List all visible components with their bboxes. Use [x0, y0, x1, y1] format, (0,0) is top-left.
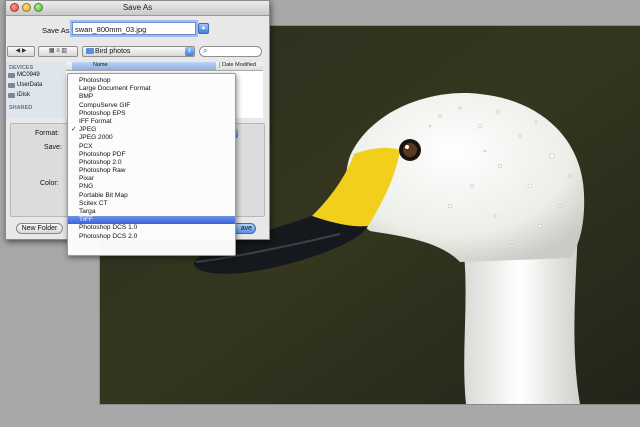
format-menu-item[interactable]: Targa: [68, 208, 235, 216]
format-menu-item[interactable]: JPEG 2000: [68, 134, 235, 142]
computer-icon: [8, 73, 15, 78]
location-popup-arrow-icon[interactable]: ⇕: [185, 47, 194, 56]
new-folder-button[interactable]: New Folder: [16, 223, 63, 234]
format-menu-item-label: Targa: [79, 208, 96, 215]
column-date-header[interactable]: Date Modified: [219, 62, 256, 68]
idisk-icon: [8, 93, 15, 98]
format-menu-item-label: JPEG 2000: [79, 134, 113, 142]
sidebar-header-shared: SHARED: [9, 105, 33, 111]
color-label: Color:: [40, 180, 59, 187]
folder-icon: [86, 48, 94, 54]
sidebar-item-userdata[interactable]: UserData: [6, 82, 42, 88]
save-as-label: Save As:: [42, 26, 72, 35]
format-menu-item[interactable]: Pixar: [68, 175, 235, 183]
format-menu-item[interactable]: PNG: [68, 183, 235, 191]
search-input[interactable]: [199, 46, 262, 57]
format-menu-item-label: Photoshop: [79, 77, 111, 84]
sidebar-item-idisk[interactable]: iDisk: [6, 92, 30, 98]
format-menu-item-label: IFF Format: [79, 117, 112, 125]
format-menu-list: Photoshop Large Document Format BMP CompuSe…: [68, 77, 235, 241]
format-menu-item[interactable]: Photoshop 2.0: [68, 159, 235, 167]
dialog-title: Save As: [122, 3, 153, 12]
format-menu-item[interactable]: Photoshop DCS 2.0: [68, 233, 235, 241]
format-menu-item[interactable]: TIFF: [68, 216, 235, 225]
format-menu-item[interactable]: Scitex CT: [68, 200, 235, 208]
location-popup[interactable]: Bird photos: [82, 46, 195, 57]
back-forward-buttons[interactable]: ◀ ▶: [7, 46, 35, 57]
format-menu-item[interactable]: Photoshop EPS: [68, 110, 235, 118]
sidebar-item-mc0949[interactable]: MC0949: [6, 72, 40, 78]
format-menu-item-label: Photoshop PDF: [79, 150, 126, 158]
chevron-up-icon: ▲: [200, 25, 207, 31]
sidebar: DEVICES MC0949 UserData iDisk SHARED: [6, 62, 67, 118]
format-menu-item-label: Scitex CT: [79, 199, 108, 207]
expand-dialog-button[interactable]: ▲: [198, 23, 209, 34]
format-dropdown-menu: Photoshop Large Document Format BMP CompuSe…: [67, 73, 236, 256]
format-menu-item[interactable]: Photoshop: [68, 77, 235, 85]
format-menu-item[interactable]: CompuServe GIF: [68, 102, 235, 110]
format-menu-item[interactable]: PCX: [68, 143, 235, 151]
format-menu-item[interactable]: BMP: [68, 93, 235, 101]
format-menu-item-label: PNG: [79, 183, 94, 191]
checkmark-icon: ✓: [71, 126, 77, 134]
format-menu-item-label: PCX: [79, 142, 93, 150]
format-menu-item[interactable]: Photoshop DCS 1.0: [68, 224, 235, 232]
format-menu-item[interactable]: Large Document Format: [68, 85, 235, 93]
save-label: Save:: [44, 144, 62, 151]
search-icon: ⌕: [203, 46, 208, 55]
format-menu-item[interactable]: ✓ JPEG: [68, 126, 235, 134]
format-menu-item-label: Photoshop DCS 2.0: [79, 232, 138, 240]
format-menu-item-label: Photoshop EPS: [79, 109, 126, 117]
back-forward-icon: ◀ ▶: [15, 48, 27, 54]
sidebar-header-devices: DEVICES: [9, 65, 34, 71]
format-menu-item[interactable]: Photoshop Raw: [68, 167, 235, 175]
format-menu-item-label: Portable Bit Map: [79, 191, 128, 199]
format-menu-item-label: Photoshop 2.0: [79, 158, 122, 166]
format-menu-item-label: Pixar: [79, 175, 95, 183]
format-menu-item[interactable]: Portable Bit Map: [68, 192, 235, 200]
format-menu-item-label: BMP: [79, 93, 94, 101]
format-label: Format:: [35, 130, 60, 137]
format-menu-item-label: CompuServe GIF: [79, 101, 131, 109]
format-menu-item-label: Photoshop DCS 1.0: [79, 224, 138, 232]
format-menu-item-label: Photoshop Raw: [79, 167, 126, 175]
column-name-header[interactable]: Name: [93, 62, 108, 68]
format-menu-item[interactable]: Photoshop PDF: [68, 151, 235, 159]
format-menu-item-label: TIFF: [79, 216, 93, 224]
view-mode-icon: ▦ ≡ ▥: [48, 48, 68, 54]
disk-icon: [8, 83, 15, 88]
view-mode-buttons[interactable]: ▦ ≡ ▥: [38, 46, 78, 57]
format-menu-item-label: JPEG: [79, 126, 97, 134]
filename-input[interactable]: swan_800mm_03.jpg: [72, 22, 196, 35]
format-menu-item-label: Large Document Format: [79, 85, 151, 93]
format-menu-item[interactable]: IFF Format: [68, 118, 235, 126]
